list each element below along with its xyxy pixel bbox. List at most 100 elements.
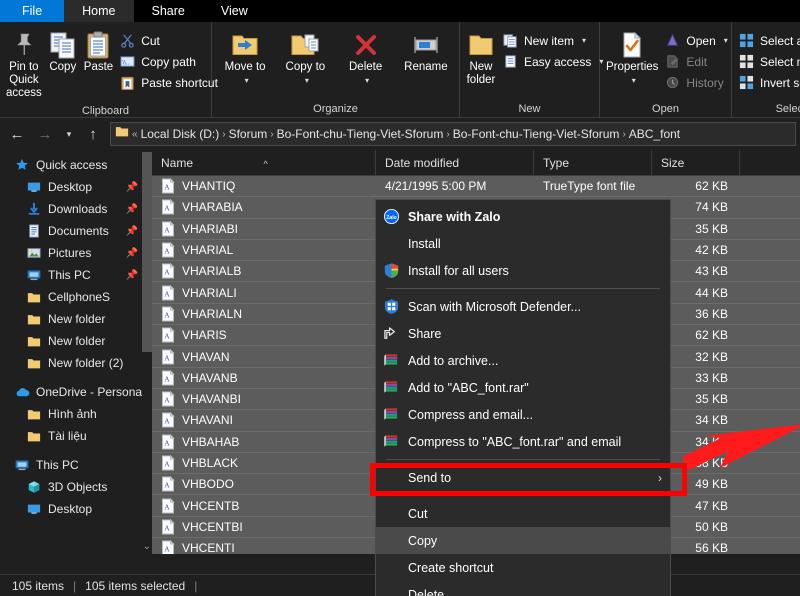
move-to-button[interactable]: Move to ▾ xyxy=(216,26,274,90)
context-menu-item-share-with-zalo[interactable]: Zalo Share with Zalo xyxy=(376,203,670,230)
select-all-button[interactable]: Select all xyxy=(736,30,800,51)
sidebar-item-hinh-anh[interactable]: Hình ảnh xyxy=(0,403,152,425)
breadcrumb-root-chevron[interactable]: « xyxy=(132,129,138,140)
copy-to-caret-icon[interactable]: ▾ xyxy=(305,74,309,87)
file-name-cell[interactable]: A VHAVANBI xyxy=(152,390,376,407)
properties-button[interactable]: Properties ▾ xyxy=(604,26,660,90)
navigation-scrollbar-thumb[interactable] xyxy=(142,152,152,352)
breadcrumb-item-2[interactable]: Bo-Font-chu-Tieng-Viet-Sforum xyxy=(277,127,444,141)
new-item-button[interactable]: New item ▾ xyxy=(500,30,608,51)
pin-to-quick-access-button[interactable]: Pin to Quick access xyxy=(4,26,44,103)
context-menu-item-compress-and-email[interactable]: Compress and email... xyxy=(376,401,670,428)
sidebar-item-pictures[interactable]: Pictures 📌 xyxy=(0,242,152,264)
context-menu-item-share[interactable]: Share xyxy=(376,320,670,347)
forward-button[interactable]: → xyxy=(32,121,58,147)
sidebar-item-desktop-pc[interactable]: Desktop xyxy=(0,498,152,520)
invert-selection-button[interactable]: Invert selection xyxy=(736,72,800,93)
pin-icon[interactable]: 📌 xyxy=(126,204,138,215)
back-button[interactable]: ← xyxy=(4,121,30,147)
open-button[interactable]: Open ▾ xyxy=(662,30,732,51)
history-button[interactable]: History xyxy=(662,72,732,93)
file-name-cell[interactable]: A VHARIS xyxy=(152,327,376,343)
sidebar-item-cellphones[interactable]: CellphoneS xyxy=(0,286,152,308)
breadcrumb[interactable]: « Local Disk (D:) › Sforum › Bo-Font-chu… xyxy=(110,122,796,146)
context-menu-item-delete[interactable]: Delete xyxy=(376,581,670,596)
sidebar-group-this-pc[interactable]: This PC xyxy=(0,454,152,476)
file-name-cell[interactable]: A VHARABIA xyxy=(152,199,376,215)
file-name-cell[interactable]: A VHAVANI xyxy=(152,412,376,428)
select-none-button[interactable]: Select none xyxy=(736,51,800,72)
sidebar-item-documents[interactable]: Documents 📌 xyxy=(0,220,152,242)
scroll-down-icon[interactable]: ⌄ xyxy=(143,541,151,552)
column-header-name[interactable]: Name ^ xyxy=(152,149,376,176)
sidebar-item-tai-lieu[interactable]: Tài liệu xyxy=(0,425,152,447)
sidebar-item-new-folder-3[interactable]: New folder (2) xyxy=(0,352,152,374)
up-button[interactable]: ↑ xyxy=(80,121,106,147)
copy-button[interactable]: Copy xyxy=(46,26,80,77)
context-menu-item-scan-with-microsoft-defender[interactable]: Scan with Microsoft Defender... xyxy=(376,293,670,320)
edit-button[interactable]: Edit xyxy=(662,51,732,72)
cut-button[interactable]: Cut xyxy=(117,30,223,51)
breadcrumb-chevron-1[interactable]: › xyxy=(270,129,273,140)
pin-icon[interactable]: 📌 xyxy=(126,226,138,237)
rename-button[interactable]: Rename xyxy=(397,26,455,77)
sidebar-item-new-folder-2[interactable]: New folder xyxy=(0,330,152,352)
pin-icon[interactable]: 📌 xyxy=(126,248,138,259)
context-menu[interactable]: Zalo Share with Zalo Install Install for al… xyxy=(375,199,671,596)
breadcrumb-item-0[interactable]: Local Disk (D:) xyxy=(141,127,220,141)
breadcrumb-item-4[interactable]: ABC_font xyxy=(629,127,680,141)
sidebar-group-onedrive[interactable]: OneDrive - Personal xyxy=(0,381,152,403)
context-menu-item-create-shortcut[interactable]: Create shortcut xyxy=(376,554,670,581)
file-name-cell[interactable]: A VHARIALB xyxy=(152,263,376,279)
delete-caret-icon[interactable]: ▾ xyxy=(365,74,369,87)
sidebar-item-this-pc-qa[interactable]: This PC 📌 xyxy=(0,264,152,286)
breadcrumb-item-3[interactable]: Bo-Font-chu-Tieng-Viet-Sforum xyxy=(453,127,620,141)
context-menu-item-add-to-abc-font-rar[interactable]: Add to "ABC_font.rar" xyxy=(376,374,670,401)
navigation-scrollbar[interactable]: ⌄ xyxy=(142,150,152,554)
tab-home[interactable]: Home xyxy=(64,0,134,22)
open-caret-icon[interactable]: ▾ xyxy=(724,36,728,45)
copy-path-button[interactable]: \\.. Copy path xyxy=(117,51,223,72)
easy-access-button[interactable]: Easy access ▾ xyxy=(500,51,608,72)
recent-locations-button[interactable]: ▾ xyxy=(60,121,78,147)
new-folder-button[interactable]: New folder xyxy=(464,26,498,90)
column-header-date-modified[interactable]: Date modified xyxy=(376,149,534,176)
column-header-size[interactable]: Size xyxy=(652,149,740,176)
file-name-cell[interactable]: A VHBODO xyxy=(152,476,376,492)
file-name-cell[interactable]: A VHARIALI xyxy=(152,284,376,301)
file-name-cell[interactable]: A VHAVANB xyxy=(152,369,376,386)
file-name-cell[interactable]: A VHCENTBI xyxy=(152,518,376,535)
new-item-caret-icon[interactable]: ▾ xyxy=(582,36,586,45)
file-name-cell[interactable]: A VHARIALN xyxy=(152,305,376,322)
context-menu-item-cut[interactable]: Cut xyxy=(376,500,670,527)
file-name-cell[interactable]: A VHANTIQ xyxy=(152,177,376,194)
file-name-cell[interactable]: A VHAVAN xyxy=(152,348,376,365)
pin-icon[interactable]: 📌 xyxy=(126,270,138,281)
tab-file[interactable]: File xyxy=(0,0,65,22)
breadcrumb-chevron-3[interactable]: › xyxy=(622,129,625,140)
sidebar-item-new-folder-1[interactable]: New folder xyxy=(0,308,152,330)
column-header-type[interactable]: Type xyxy=(534,149,652,176)
context-menu-item-install-for-all-users[interactable]: Install for all users xyxy=(376,257,670,284)
sidebar-group-quick-access[interactable]: Quick access xyxy=(0,154,152,176)
file-name-cell[interactable]: A VHARIAL xyxy=(152,241,376,258)
context-menu-item-compress-to-abc-font-rar-and-email[interactable]: Compress to "ABC_font.rar" and email xyxy=(376,428,670,455)
sidebar-item-downloads[interactable]: Downloads 📌 xyxy=(0,198,152,220)
breadcrumb-chevron-2[interactable]: › xyxy=(446,129,449,140)
file-name-cell[interactable]: A VHCENTB xyxy=(152,497,376,514)
file-name-cell[interactable]: A VHBAHAB xyxy=(152,433,376,450)
paste-shortcut-button[interactable]: Paste shortcut xyxy=(117,72,223,93)
tab-view[interactable]: View xyxy=(203,0,266,22)
delete-button[interactable]: Delete ▾ xyxy=(337,26,395,90)
context-menu-item-install[interactable]: Install xyxy=(376,230,670,257)
file-name-cell[interactable]: A VHBLACK xyxy=(152,454,376,471)
context-menu-item-send-to[interactable]: Send to › xyxy=(376,464,670,491)
context-menu-item-copy[interactable]: Copy xyxy=(376,527,670,554)
move-to-caret-icon[interactable]: ▾ xyxy=(245,74,249,87)
tab-share[interactable]: Share xyxy=(134,0,203,22)
sidebar-item-desktop[interactable]: Desktop 📌 xyxy=(0,176,152,198)
file-name-cell[interactable]: A VHCENTI xyxy=(152,539,376,554)
breadcrumb-item-1[interactable]: Sforum xyxy=(229,127,268,141)
context-menu-item-add-to-archive[interactable]: Add to archive... xyxy=(376,347,670,374)
file-name-cell[interactable]: A VHARIABI xyxy=(152,220,376,237)
